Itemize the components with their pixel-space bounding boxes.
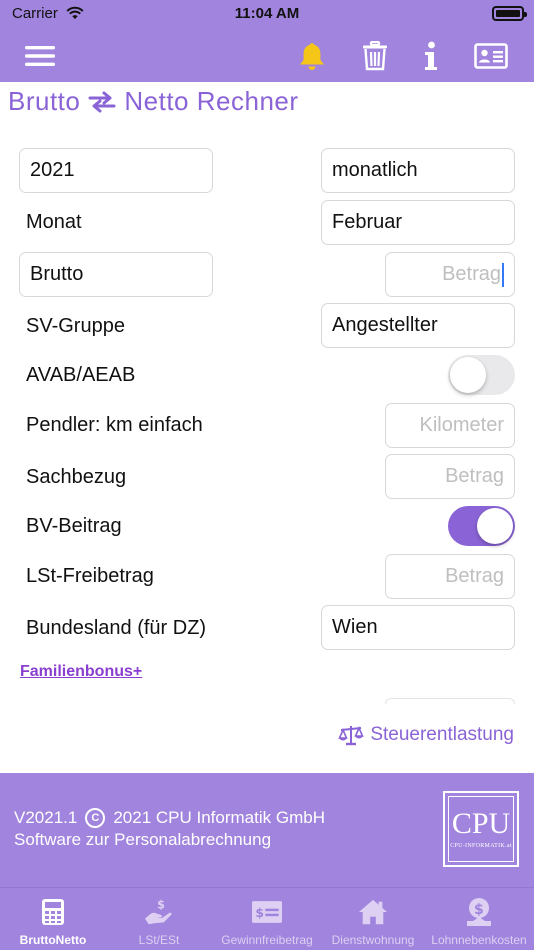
- steuerentlastung-label: Steuerentlastung: [370, 724, 514, 745]
- page-title: Brutto Netto Rechner: [8, 86, 299, 117]
- trash-icon: [363, 41, 387, 71]
- commuter-label: Pendler: km einfach: [26, 414, 203, 436]
- bv-contribution-label: BV-Beitrag: [26, 515, 122, 537]
- coin-bag-icon: $: [467, 898, 491, 926]
- tab-label: Gewinnfreibetrag: [221, 933, 313, 947]
- state-label: Bundesland (für DZ): [26, 617, 207, 639]
- calculator-icon: [42, 899, 64, 925]
- status-bar: Carrier 11:04 AM: [0, 0, 534, 28]
- month-select[interactable]: Februar: [321, 200, 515, 245]
- info-button[interactable]: [411, 36, 451, 76]
- toggle-knob: [450, 357, 486, 393]
- tax-allowance-label: LSt-Freibetrag: [26, 565, 154, 587]
- cpu-logo-text: CPU: [451, 807, 511, 840]
- swap-arrows-icon: [88, 91, 116, 112]
- hand-dollar-icon: $: [144, 898, 172, 925]
- avab-toggle[interactable]: [448, 355, 515, 395]
- cpu-logo-subtext: CPU-INFORMATIK.at: [450, 843, 512, 849]
- tab-lst-est[interactable]: $ LSt/ESt: [106, 888, 212, 950]
- benefit-in-kind-label: Sachbezug: [26, 466, 127, 488]
- partial-input: [385, 698, 515, 704]
- notifications-button[interactable]: [292, 36, 332, 76]
- svg-text:$: $: [474, 902, 484, 918]
- state-select[interactable]: Wien: [321, 605, 515, 650]
- tab-label: Dienstwohnung: [331, 933, 415, 947]
- month-label: Monat: [26, 211, 82, 233]
- cash-note-icon: $: [252, 901, 282, 923]
- tab-label: BruttoNetto: [19, 933, 87, 947]
- toggle-knob: [477, 508, 513, 544]
- bell-icon: [300, 43, 324, 70]
- house-icon: [358, 899, 388, 925]
- commuter-km-input[interactable]: Kilometer: [385, 403, 515, 448]
- sv-group-value: Angestellter: [332, 314, 438, 336]
- bv-contribution-toggle[interactable]: [448, 506, 515, 546]
- avab-label: AVAB/AEAB: [26, 364, 136, 386]
- cpu-logo: CPU CPU-INFORMATIK.at: [443, 791, 519, 867]
- period-select[interactable]: monatlich: [321, 148, 515, 193]
- familienbonus-link[interactable]: Familienbonus+: [20, 663, 142, 681]
- tab-lohnnebenkosten[interactable]: $ Lohnnebenkosten: [424, 888, 534, 950]
- text-cursor: [502, 262, 504, 287]
- commuter-placeholder: Kilometer: [419, 414, 504, 436]
- delete-button[interactable]: [355, 36, 395, 76]
- version-label: V2021.1: [14, 808, 78, 827]
- svg-text:$: $: [255, 905, 264, 920]
- benefit-in-kind-placeholder: Betrag: [445, 465, 504, 487]
- tab-dienstwohnung[interactable]: Dienstwohnung: [322, 888, 424, 950]
- tab-bruttonetto[interactable]: BruttoNetto: [0, 888, 106, 950]
- tax-allowance-placeholder: Betrag: [445, 565, 504, 587]
- battery-icon: [492, 6, 527, 21]
- footer-copyright-line: V2021.1 C 2021 CPU Informatik GmbH: [14, 808, 325, 828]
- month-value: Februar: [332, 211, 403, 233]
- title-netto-rechner: Netto Rechner: [124, 86, 299, 116]
- contact-card-icon: [474, 43, 508, 69]
- copyright-icon: C: [85, 808, 106, 828]
- clock: 11:04 AM: [234, 5, 300, 22]
- gross-net-value: Brutto: [30, 263, 84, 285]
- benefit-in-kind-input[interactable]: Betrag: [385, 454, 515, 499]
- steuerentlastung-link[interactable]: Steuerentlastung: [338, 724, 514, 746]
- scales-icon: [338, 726, 365, 746]
- tab-bar: BruttoNetto $ LSt/ESt $ Gewinnfreibetrag: [0, 887, 534, 950]
- tab-label: LSt/ESt: [138, 933, 180, 947]
- copyright-label: 2021 CPU Informatik GmbH: [113, 808, 325, 827]
- sv-group-label: SV-Gruppe: [26, 315, 125, 337]
- footer-tagline: Software zur Personalabrechnung: [14, 830, 272, 849]
- amount-input[interactable]: Betrag: [385, 252, 515, 297]
- tab-label: Lohnnebenkosten: [431, 933, 527, 947]
- menu-button[interactable]: [20, 36, 60, 76]
- year-value: 2021: [30, 159, 75, 181]
- contact-card-button[interactable]: [471, 36, 511, 76]
- amount-placeholder: Betrag: [442, 263, 501, 285]
- period-value: monatlich: [332, 159, 418, 181]
- state-value: Wien: [332, 616, 378, 638]
- tax-allowance-input[interactable]: Betrag: [385, 554, 515, 599]
- info-icon: [425, 41, 437, 70]
- footer: V2021.1 C 2021 CPU Informatik GmbH Softw…: [0, 773, 534, 887]
- sv-group-select[interactable]: Angestellter: [321, 303, 515, 348]
- gross-net-select[interactable]: Brutto: [19, 252, 213, 297]
- svg-text:$: $: [157, 898, 165, 911]
- hamburger-icon: [25, 46, 55, 66]
- year-select[interactable]: 2021: [19, 148, 213, 193]
- tab-gewinnfreibetrag[interactable]: $ Gewinnfreibetrag: [212, 888, 322, 950]
- cpu-logo-frame: CPU CPU-INFORMATIK.at: [448, 796, 514, 862]
- nav-bar: [0, 28, 534, 82]
- title-brutto: Brutto: [8, 86, 81, 116]
